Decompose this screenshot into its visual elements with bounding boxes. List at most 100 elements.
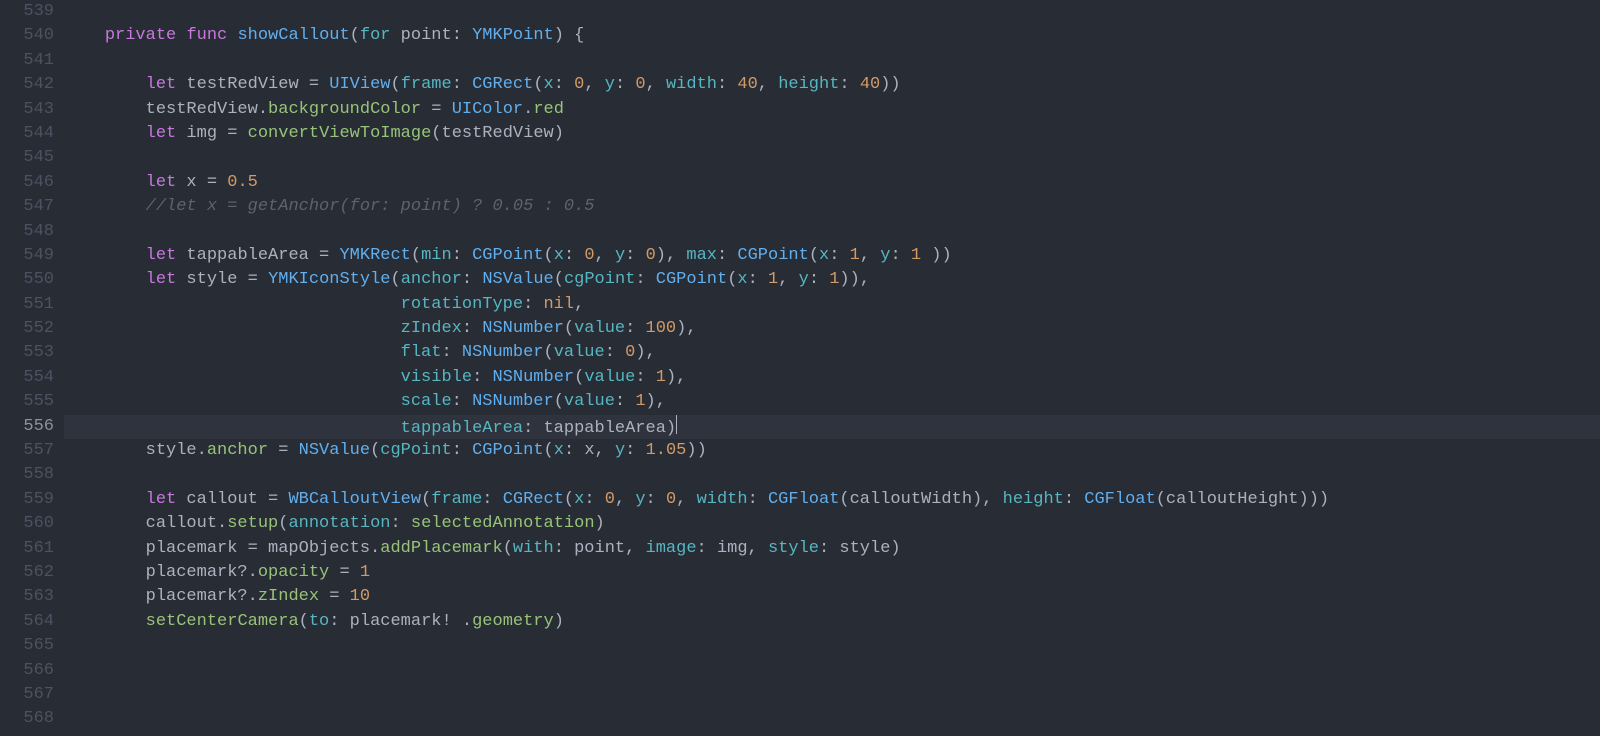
token: ), (666, 368, 686, 387)
code-line[interactable]: let tappableArea = YMKRect(min: CGPoint(… (64, 244, 1600, 268)
token: ( (574, 368, 584, 387)
token: UIColor (452, 100, 523, 119)
token: (testRedView) (431, 124, 564, 143)
token: 100 (646, 319, 677, 338)
code-line[interactable] (64, 707, 1600, 731)
line-number: 544 (0, 122, 54, 146)
token: ( (809, 246, 819, 265)
token (64, 612, 146, 631)
code-line[interactable]: placemark = mapObjects.addPlacemark(with… (64, 537, 1600, 561)
token: : (584, 490, 604, 509)
token: ( (564, 319, 574, 338)
token: backgroundColor (268, 100, 421, 119)
code-line[interactable] (64, 659, 1600, 683)
code-line[interactable]: style.anchor = NSValue(cgPoint: CGPoint(… (64, 439, 1600, 463)
token: let (146, 75, 177, 94)
token: CGRect (503, 490, 564, 509)
line-number: 563 (0, 585, 54, 609)
token: CGPoint (472, 246, 543, 265)
token: (calloutHeight))) (1156, 490, 1329, 509)
line-number: 543 (0, 98, 54, 122)
code-line[interactable] (64, 634, 1600, 658)
line-number: 561 (0, 537, 54, 561)
code-line[interactable]: setCenterCamera(to: placemark! .geometry… (64, 610, 1600, 634)
code-line[interactable] (64, 49, 1600, 73)
token: frame (431, 490, 482, 509)
token: : (748, 270, 768, 289)
token: min (421, 246, 452, 265)
token: value (564, 392, 615, 411)
code-line[interactable]: callout.setup(annotation: selectedAnnota… (64, 512, 1600, 536)
token: : point, (554, 539, 646, 558)
token: max (686, 246, 717, 265)
token: let (146, 270, 177, 289)
code-line[interactable]: placemark?.opacity = 1 (64, 561, 1600, 585)
token: 0 (574, 75, 584, 94)
code-line[interactable]: //let x = getAnchor(for: point) ? 0.05 :… (64, 195, 1600, 219)
code-line[interactable] (64, 146, 1600, 170)
token: scale (401, 392, 452, 411)
code-line[interactable]: scale: NSNumber(value: 1), (64, 390, 1600, 414)
token: func (186, 26, 227, 45)
code-area[interactable]: private func showCallout(for point: YMKP… (64, 0, 1600, 736)
token (176, 26, 186, 45)
code-line[interactable] (64, 0, 1600, 24)
code-line[interactable]: let testRedView = UIView(frame: CGRect(x… (64, 73, 1600, 97)
token: x (554, 441, 564, 460)
token: : (441, 343, 461, 362)
token: x (819, 246, 829, 265)
code-line[interactable] (64, 220, 1600, 244)
line-number: 558 (0, 463, 54, 487)
code-line[interactable]: let style = YMKIconStyle(anchor: NSValue… (64, 268, 1600, 292)
token: : placemark! . (329, 612, 472, 631)
line-number: 550 (0, 268, 54, 292)
line-number: 548 (0, 220, 54, 244)
token: convertViewToImage (248, 124, 432, 143)
token: = (268, 441, 299, 460)
token: 1 (829, 270, 839, 289)
token: : (462, 270, 482, 289)
line-number: 568 (0, 707, 54, 731)
token: with (513, 539, 554, 558)
code-editor[interactable]: 5395405415425435445455465475485495505515… (0, 0, 1600, 736)
token: x (737, 270, 747, 289)
code-line[interactable]: testRedView.backgroundColor = UIColor.re… (64, 98, 1600, 122)
line-number: 552 (0, 317, 54, 341)
token: YMKRect (339, 246, 410, 265)
code-line[interactable]: flat: NSNumber(value: 0), (64, 341, 1600, 365)
token: : (646, 490, 666, 509)
line-number: 564 (0, 610, 54, 634)
code-line[interactable]: placemark?.zIndex = 10 (64, 585, 1600, 609)
line-number: 565 (0, 634, 54, 658)
token: 40 (860, 75, 880, 94)
token: showCallout (237, 26, 349, 45)
token (64, 368, 401, 387)
code-line[interactable]: zIndex: NSNumber(value: 100), (64, 317, 1600, 341)
token: annotation (288, 514, 390, 533)
code-line[interactable] (64, 463, 1600, 487)
token: , (646, 75, 666, 94)
code-line[interactable]: let x = 0.5 (64, 171, 1600, 195)
token: ( (370, 441, 380, 460)
code-line[interactable]: rotationType: nil, (64, 293, 1600, 317)
token: let (146, 490, 177, 509)
token: addPlacemark (380, 539, 502, 558)
code-line[interactable]: let callout = WBCalloutView(frame: CGRec… (64, 488, 1600, 512)
token: ( (350, 26, 360, 45)
token: WBCalloutView (288, 490, 421, 509)
code-line[interactable]: private func showCallout(for point: YMKP… (64, 24, 1600, 48)
token (64, 343, 401, 362)
line-number: 551 (0, 293, 54, 317)
token: height (1003, 490, 1064, 509)
code-line[interactable]: let img = convertViewToImage(testRedView… (64, 122, 1600, 146)
token (64, 319, 401, 338)
code-line[interactable]: tappableArea: tappableArea) (64, 415, 1600, 439)
token: ), (646, 392, 666, 411)
token: red (533, 100, 564, 119)
token: CGPoint (472, 441, 543, 460)
code-line[interactable]: visible: NSNumber(value: 1), (64, 366, 1600, 390)
token: : (564, 246, 584, 265)
token: : (839, 75, 859, 94)
token (64, 124, 146, 143)
code-line[interactable] (64, 683, 1600, 707)
